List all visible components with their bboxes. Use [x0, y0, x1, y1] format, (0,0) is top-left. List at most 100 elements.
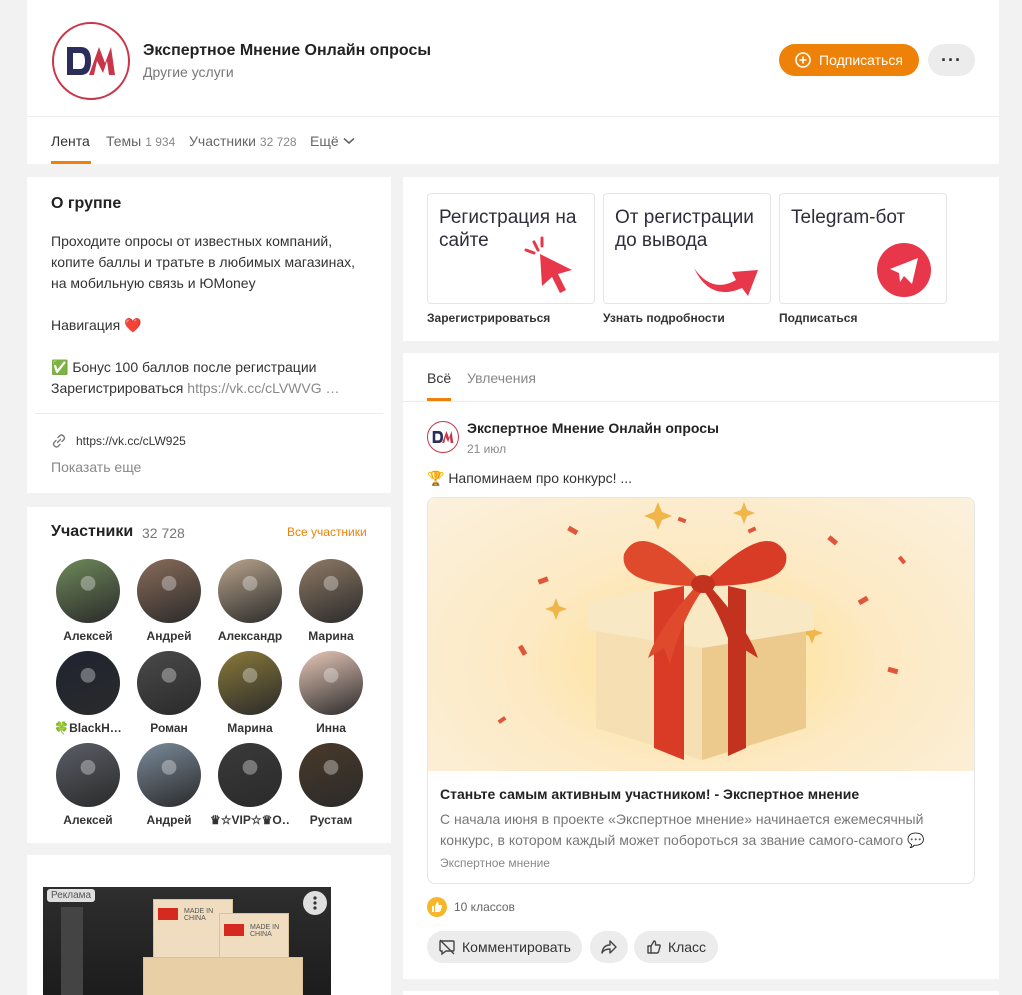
member-avatar[interactable] [218, 743, 282, 807]
divider [27, 116, 999, 117]
link-card-title: От регистрации до вывода [615, 207, 754, 251]
group-category[interactable]: Другие услуги [143, 64, 234, 80]
link-card-process[interactable]: От регистрации до вывода [603, 193, 771, 304]
comment-button[interactable]: Комментировать [427, 931, 582, 963]
member-name[interactable]: Алексей [48, 629, 128, 643]
all-members-link[interactable]: Все участники [287, 525, 367, 539]
more-options-button[interactable]: ··· [928, 44, 975, 76]
chevron-down-icon [343, 137, 355, 145]
member-name[interactable]: Марина [291, 629, 371, 643]
member-name[interactable]: Александр [210, 629, 290, 643]
tab-topics-count: 1 934 [145, 135, 176, 149]
preview-title: Станьте самым активным участником! - Экс… [440, 786, 860, 802]
link-icon [52, 434, 66, 448]
member-item[interactable]: Андрей [129, 743, 209, 827]
likes-count: 10 классов [454, 900, 515, 914]
tab-more[interactable]: Ещё [310, 133, 355, 149]
share-button[interactable] [590, 931, 628, 963]
members-count: 32 728 [142, 525, 185, 541]
subscribe-bot-link[interactable]: Подписаться [779, 311, 857, 325]
member-name[interactable]: Андрей [129, 629, 209, 643]
member-avatar[interactable] [56, 743, 120, 807]
learn-more-link[interactable]: Узнать подробности [603, 311, 725, 325]
divider [403, 401, 999, 402]
register-link[interactable]: https://vk.cc/cLVWVG … [187, 380, 339, 396]
post-author-avatar[interactable] [427, 421, 459, 453]
member-item[interactable]: Андрей [129, 559, 209, 643]
member-avatar[interactable] [299, 743, 363, 807]
china-flag-icon [158, 908, 178, 920]
member-item[interactable]: Рустам [291, 743, 371, 827]
arrow-curve-icon [694, 268, 758, 296]
member-item[interactable]: 🍀BlackH… [48, 651, 128, 735]
tab-members[interactable]: Участники 32 728 [189, 133, 297, 149]
member-item[interactable]: Марина [291, 559, 371, 643]
like-icon [427, 897, 447, 917]
feed-tab-all[interactable]: Всё [427, 370, 451, 386]
links-card: Регистрация на сайте От регистрации до в… [403, 177, 999, 341]
member-name[interactable]: Марина [210, 721, 290, 735]
member-name[interactable]: Роман [129, 721, 209, 735]
member-name[interactable]: Алексей [48, 813, 128, 827]
subscribe-label: Подписаться [819, 52, 903, 68]
share-icon [601, 940, 617, 954]
ad-image[interactable]: MADE IN CHINA MADE IN CHINA Реклама [43, 887, 331, 995]
member-name[interactable]: 🍀BlackH… [48, 721, 128, 735]
likes-counter[interactable]: 10 классов [427, 897, 515, 917]
register-text: Зарегистрироваться [51, 380, 184, 396]
thumbs-up-icon [647, 940, 661, 954]
member-name[interactable]: Андрей [129, 813, 209, 827]
member-avatar[interactable] [56, 651, 120, 715]
members-title: Участники [51, 523, 134, 540]
post-date[interactable]: 21 июл [467, 442, 506, 456]
member-avatar[interactable] [218, 559, 282, 623]
tab-feed[interactable]: Лента [51, 133, 90, 149]
member-avatar[interactable] [218, 651, 282, 715]
member-item[interactable]: Алексей [48, 559, 128, 643]
member-name[interactable]: Инна [291, 721, 371, 735]
member-name[interactable]: ♛☆VIP☆♛O… [210, 813, 290, 827]
ad-box-text: MADE IN CHINA [184, 908, 214, 922]
like-button[interactable]: Класс [634, 931, 718, 963]
member-avatar[interactable] [56, 559, 120, 623]
gift-image [428, 498, 974, 771]
ad-box-text: MADE IN CHINA [250, 924, 280, 938]
subscribe-button[interactable]: Подписаться [779, 44, 919, 76]
show-more-link[interactable]: Показать еще [51, 459, 141, 475]
tab-members-count: 32 728 [259, 135, 297, 149]
ad-menu-button[interactable] [303, 891, 327, 915]
member-avatar[interactable] [137, 743, 201, 807]
tab-topics[interactable]: Темы 1 934 [106, 133, 175, 149]
member-name[interactable]: Рустам [291, 813, 371, 827]
link-card-registration[interactable]: Регистрация на сайте [427, 193, 595, 304]
feed-tab-hobbies[interactable]: Увлечения [467, 370, 536, 386]
feed-card: Всё Увлечения Экспертное Мнение Онлайн о… [403, 353, 999, 979]
member-item[interactable]: ♛☆VIP☆♛O… [210, 743, 290, 827]
member-item[interactable]: Марина [210, 651, 290, 735]
plus-circle-icon [795, 52, 811, 68]
member-avatar[interactable] [299, 651, 363, 715]
post-link-preview[interactable]: Станьте самым активным участником! - Экс… [427, 497, 975, 884]
member-item[interactable]: Инна [291, 651, 371, 735]
vertical-dots-icon [313, 896, 317, 910]
member-item[interactable]: Александр [210, 559, 290, 643]
active-tab-indicator [51, 161, 91, 164]
member-avatar[interactable] [137, 651, 201, 715]
link-card-telegram[interactable]: Telegram-бот [779, 193, 947, 304]
member-avatar[interactable] [137, 559, 201, 623]
group-header: Экспертное Мнение Онлайн опросы Другие у… [27, 0, 999, 164]
post-author[interactable]: Экспертное Мнение Онлайн опросы [467, 420, 719, 436]
register-link[interactable]: Зарегистрироваться [427, 311, 550, 325]
ad-label: Реклама [47, 889, 96, 902]
cursor-click-icon [524, 236, 572, 293]
member-item[interactable]: Роман [129, 651, 209, 735]
member-avatar[interactable] [299, 559, 363, 623]
about-description: Проходите опросы от известных компаний, … [51, 233, 356, 396]
ad-box [143, 957, 303, 995]
group-link[interactable]: https://vk.cc/cLW925 [51, 433, 186, 449]
group-logo[interactable] [52, 22, 130, 100]
next-post-card [403, 991, 999, 995]
member-item[interactable]: Алексей [48, 743, 128, 827]
like-label: Класс [667, 939, 707, 955]
group-title: Экспертное Мнение Онлайн опросы [143, 42, 432, 59]
